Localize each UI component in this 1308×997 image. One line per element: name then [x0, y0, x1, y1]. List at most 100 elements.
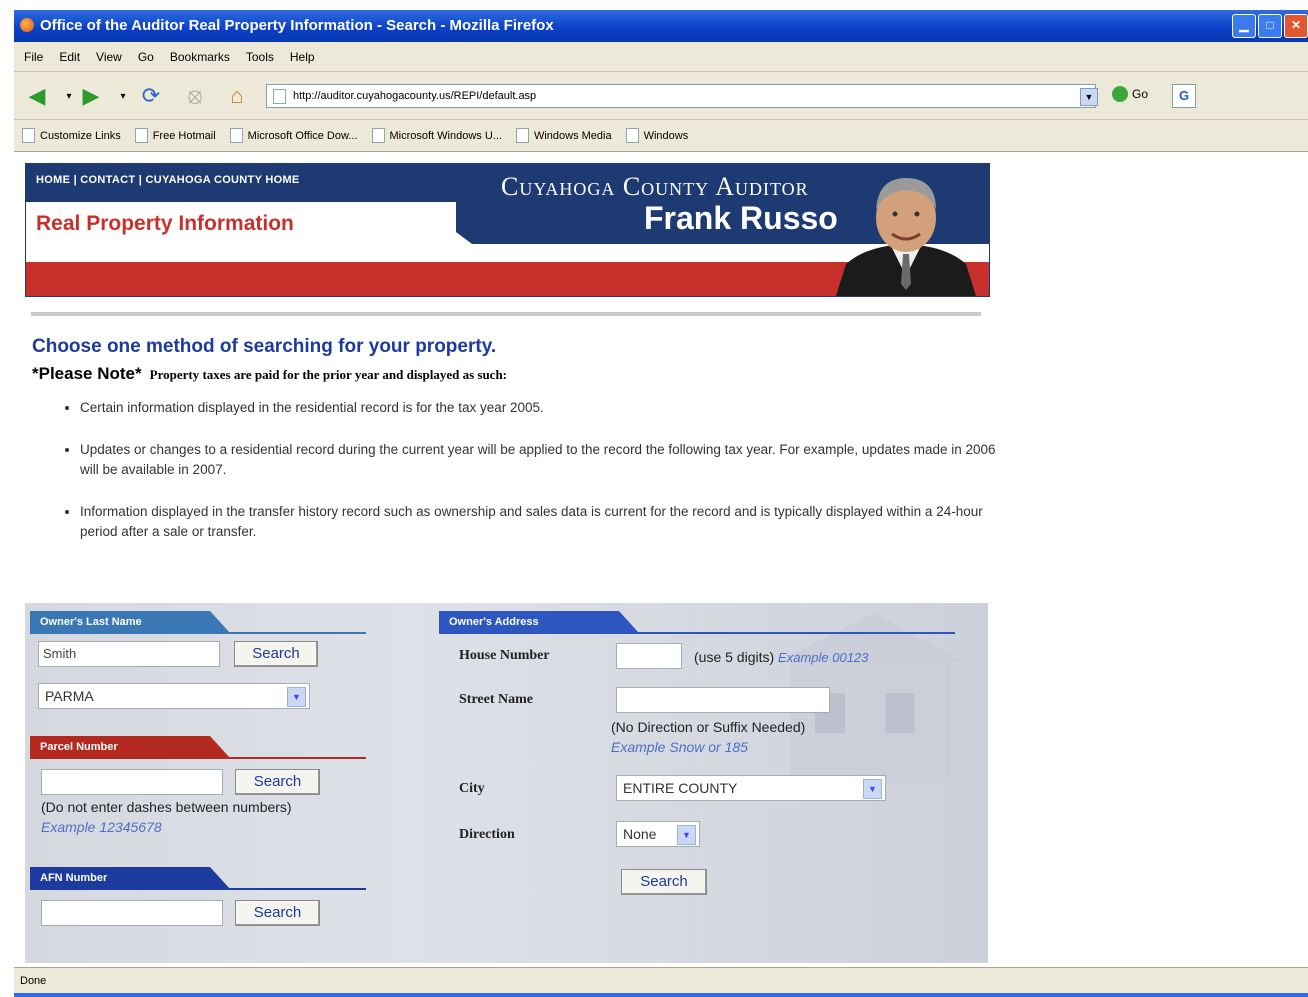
site-banner: HOME | CONTACT | CUYAHOGA COUNTY HOME Cu… — [25, 163, 990, 297]
banner-office-title: Cuyahoga County Auditor — [501, 172, 809, 201]
auditor-portrait — [836, 178, 976, 296]
parcel-number-underline — [30, 757, 366, 759]
menu-edit[interactable]: Edit — [59, 50, 80, 64]
page-icon — [229, 128, 243, 143]
bookmark-item[interactable]: Customize Links — [22, 128, 121, 143]
nav-home-link[interactable]: HOME — [36, 174, 70, 186]
window-controls: ▁ □ ✕ — [1232, 14, 1308, 38]
afn-number-header: AFN Number — [30, 867, 230, 889]
minimize-button[interactable]: ▁ — [1232, 14, 1256, 38]
house-number-input[interactable] — [616, 643, 682, 669]
address-city-value: ENTIRE COUNTY — [623, 780, 738, 796]
last-name-search-button[interactable]: Search — [234, 641, 318, 667]
address-city-select[interactable]: ENTIRE COUNTY ▼ — [616, 775, 886, 801]
navigation-toolbar: ◀ ▾ ▶ ▾ ⟳ ⦻ ⌂ http://auditor.cuyahogacou… — [14, 72, 1308, 120]
banner-section-title: Real Property Information — [36, 212, 294, 235]
street-name-example: Example Snow or 185 — [611, 739, 748, 755]
afn-number-header-label: AFN Number — [40, 872, 108, 884]
last-name-city-select[interactable]: PARMA ▼ — [38, 683, 310, 709]
bookmarks-toolbar: Customize Links Free Hotmail Microsoft O… — [14, 120, 1308, 152]
page-content: HOME | CONTACT | CUYAHOGA COUNTY HOME Cu… — [14, 152, 1308, 967]
owner-last-name-underline — [30, 632, 366, 634]
status-text: Done — [20, 975, 47, 987]
page-icon — [515, 128, 529, 143]
direction-value: None — [623, 826, 657, 842]
nav-contact-link[interactable]: CONTACT — [80, 174, 135, 186]
page-icon — [371, 128, 385, 143]
note-label: *Please Note* — [32, 364, 142, 383]
bookmark-item[interactable]: Microsoft Windows U... — [371, 128, 502, 143]
parcel-number-header-label: Parcel Number — [40, 741, 118, 753]
nav-county-home-link[interactable]: CUYAHOGA COUNTY HOME — [145, 174, 299, 186]
owner-address-header-label: Owner's Address — [449, 616, 539, 628]
close-button[interactable]: ✕ — [1284, 14, 1308, 38]
house-number-label: House Number — [459, 648, 550, 663]
bookmark-label: Windows Media — [533, 129, 612, 142]
address-url-text: http://auditor.cuyahogacounty.us/REPI/de… — [293, 90, 537, 102]
street-name-hint: (No Direction or Suffix Needed) — [611, 719, 806, 735]
list-item: Information displayed in the transfer hi… — [80, 502, 1000, 542]
page-icon — [273, 89, 286, 104]
list-item: Certain information displayed in the res… — [80, 398, 1000, 418]
address-dropdown-icon[interactable]: ▼ — [1080, 88, 1098, 106]
page-icon — [625, 128, 639, 143]
home-icon[interactable]: ⌂ — [222, 82, 252, 110]
direction-label: Direction — [459, 827, 515, 842]
please-note: *Please Note* Property taxes are paid for… — [32, 364, 507, 384]
page-icon — [22, 128, 35, 143]
menu-bar: File Edit View Go Bookmarks Tools Help — [14, 42, 1308, 72]
google-search-icon[interactable]: G — [1172, 84, 1196, 108]
bookmark-label: Customize Links — [40, 129, 121, 142]
maximize-button[interactable]: □ — [1258, 14, 1282, 38]
owner-address-header: Owner's Address — [439, 611, 639, 633]
parcel-number-input[interactable] — [41, 769, 223, 795]
stop-icon[interactable]: ⦻ — [180, 82, 210, 110]
direction-select[interactable]: None ▼ — [616, 821, 700, 847]
menu-view[interactable]: View — [96, 50, 122, 64]
go-icon — [1112, 86, 1128, 102]
owner-last-name-header: Owner's Last Name — [30, 611, 230, 633]
owner-last-name-header-label: Owner's Last Name — [40, 616, 142, 628]
window-title: Office of the Auditor Real Property Info… — [40, 17, 554, 34]
go-button[interactable]: Go — [1112, 86, 1148, 102]
chevron-down-icon: ▼ — [287, 687, 306, 707]
forward-icon[interactable]: ▶ — [76, 82, 106, 110]
banner-nav: HOME | CONTACT | CUYAHOGA COUNTY HOME — [36, 174, 300, 186]
bookmark-label: Free Hotmail — [152, 129, 216, 142]
menu-help[interactable]: Help — [290, 50, 315, 64]
street-name-input[interactable] — [616, 687, 830, 713]
page-icon — [134, 128, 148, 143]
bookmark-item[interactable]: Free Hotmail — [134, 128, 216, 143]
note-text: Property taxes are paid for the prior ye… — [149, 367, 508, 382]
chevron-down-icon: ▼ — [677, 825, 696, 845]
afn-search-button[interactable]: Search — [235, 900, 320, 926]
list-item: Updates or changes to a residential reco… — [80, 440, 1000, 480]
last-name-input[interactable]: Smith — [38, 641, 220, 667]
menu-bookmarks[interactable]: Bookmarks — [170, 50, 230, 64]
search-panel: Owner's Last Name Smith Search PARMA ▼ P… — [25, 603, 988, 963]
window-bottom-border — [14, 993, 1308, 997]
window-title-bar: Office of the Auditor Real Property Info… — [14, 10, 1308, 42]
address-search-button[interactable]: Search — [621, 869, 707, 895]
bookmark-item[interactable]: Microsoft Office Dow... — [229, 128, 358, 143]
forward-dropdown-icon[interactable]: ▾ — [108, 82, 138, 110]
bookmark-label: Microsoft Office Dow... — [247, 129, 358, 142]
afn-number-input[interactable] — [41, 900, 223, 926]
afn-number-underline — [30, 888, 366, 890]
parcel-search-button[interactable]: Search — [235, 769, 320, 795]
parcel-hint: (Do not enter dashes between numbers) — [41, 799, 292, 815]
bookmark-label: Windows — [643, 129, 689, 142]
notes-list: Certain information displayed in the res… — [64, 398, 1000, 564]
menu-file[interactable]: File — [24, 50, 43, 64]
bookmark-item[interactable]: Windows Media — [515, 128, 612, 143]
chevron-down-icon: ▼ — [863, 779, 882, 799]
bookmark-label: Microsoft Windows U... — [389, 129, 502, 142]
menu-tools[interactable]: Tools — [246, 50, 274, 64]
firefox-icon — [20, 18, 34, 32]
address-input[interactable]: http://auditor.cuyahogacounty.us/REPI/de… — [266, 84, 1096, 108]
back-icon[interactable]: ◀ — [22, 82, 52, 110]
menu-go[interactable]: Go — [138, 50, 154, 64]
reload-icon[interactable]: ⟳ — [136, 82, 166, 110]
parcel-number-header: Parcel Number — [30, 736, 230, 758]
bookmark-item[interactable]: Windows — [625, 128, 689, 143]
